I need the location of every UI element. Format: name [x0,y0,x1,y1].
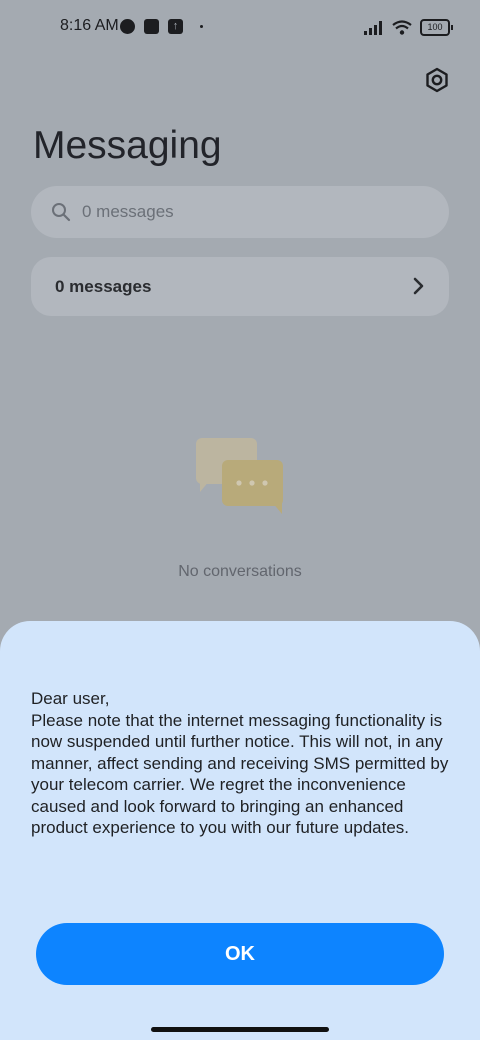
settings-button[interactable] [421,64,453,96]
search-placeholder: 0 messages [82,202,174,221]
empty-state-text: No conversations [178,563,302,580]
page-title: Messaging [33,124,222,167]
search-icon [52,203,71,222]
chat-bubbles-icon [196,438,283,514]
home-indicator[interactable] [151,1027,329,1032]
status-right: 100 [364,19,453,36]
wifi-icon [392,20,412,35]
status-bar: 8:16 AM ↑ 100 [0,0,480,56]
suspension-dialog: Dear user, Please note that the internet… [0,621,480,1040]
ok-button[interactable]: OK [36,923,444,985]
more-notifications-icon [200,25,203,28]
chevron-right-icon [413,277,424,295]
battery-icon: 100 [420,19,453,36]
status-notification-icons: ↑ [120,19,203,34]
messages-card-label: 0 messages [55,277,152,296]
upload-icon: ↑ [168,19,183,34]
messages-card[interactable]: 0 messages [31,257,449,316]
dialog-message: Dear user, Please note that the internet… [31,689,449,837]
status-time: 8:16 AM [60,17,119,34]
data-saver-icon [120,19,135,34]
gear-icon [426,67,448,93]
search-bar[interactable]: 0 messages [31,186,449,238]
app-notification-icon [144,19,159,34]
signal-icon [364,20,382,35]
